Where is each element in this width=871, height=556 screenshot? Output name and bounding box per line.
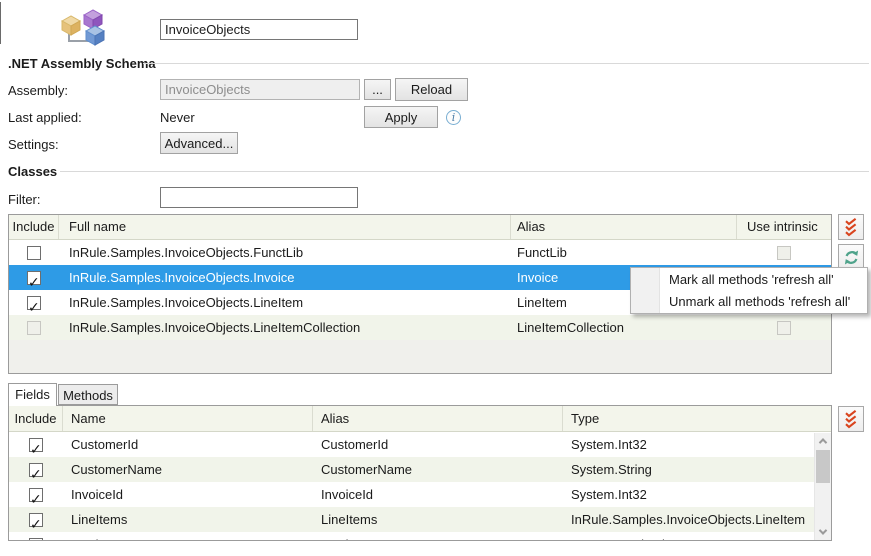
settings-label: Settings: <box>8 137 59 152</box>
field-name: CustomerId <box>63 432 313 457</box>
field-alias: CustomerId <box>313 432 563 457</box>
field-row-total[interactable]: Total Total System.Decimal <box>9 532 831 541</box>
class-full-name: InRule.Samples.InvoiceObjects.LineItemCo… <box>59 315 511 340</box>
scroll-down-button[interactable] <box>815 524 831 540</box>
scrollbar-thumb[interactable] <box>816 450 830 483</box>
column-header-alias[interactable]: Alias <box>313 406 563 431</box>
classes-table-header: Include Full name Alias Use intrinsic <box>9 215 831 240</box>
include-checkbox[interactable] <box>29 538 43 542</box>
chevron-down-icon <box>819 526 827 534</box>
assembly-path-input[interactable] <box>160 79 360 100</box>
include-checkbox[interactable] <box>29 463 43 477</box>
column-header-include[interactable]: Include <box>9 406 63 431</box>
apply-button[interactable]: Apply <box>364 106 438 128</box>
panel-edge-divider <box>0 2 1 44</box>
assembly-cubes-icon <box>60 9 108 47</box>
assembly-label: Assembly: <box>8 83 68 98</box>
classes-filter-input[interactable] <box>160 187 358 208</box>
check-all-icon <box>843 410 859 429</box>
column-header-use-intrinsic[interactable]: Use intrinsic <box>737 215 831 239</box>
include-checkbox[interactable] <box>29 513 43 527</box>
classes-section-rule <box>60 171 869 172</box>
column-header-alias[interactable]: Alias <box>511 215 737 239</box>
field-name: InvoiceId <box>63 482 313 507</box>
check-all-classes-button[interactable] <box>838 214 864 240</box>
field-alias: LineItems <box>313 507 563 532</box>
tab-fields[interactable]: Fields <box>8 383 57 406</box>
assembly-schema-panel: .NET Assembly Schema Assembly: ... Reloa… <box>0 0 871 556</box>
field-alias: Total <box>313 532 563 541</box>
field-row-customername[interactable]: CustomerName CustomerName System.String <box>9 457 831 482</box>
class-alias: LineItemCollection <box>511 315 737 340</box>
browse-button[interactable]: ... <box>364 79 391 100</box>
field-row-lineitems[interactable]: LineItems LineItems InRule.Samples.Invoi… <box>9 507 831 532</box>
context-menu-icon-gutter <box>631 268 660 313</box>
use-intrinsic-checkbox[interactable] <box>777 321 791 335</box>
field-type: System.Int32 <box>563 432 813 457</box>
class-alias: FunctLib <box>511 240 737 265</box>
class-row-lineitemcollection[interactable]: InRule.Samples.InvoiceObjects.LineItemCo… <box>9 315 831 340</box>
reload-button[interactable]: Reload <box>395 78 468 101</box>
field-name: LineItems <box>63 507 313 532</box>
field-type: InRule.Samples.InvoiceObjects.LineItem <box>563 507 813 532</box>
column-header-include[interactable]: Include <box>9 215 59 239</box>
check-all-icon <box>843 218 859 237</box>
column-header-type[interactable]: Type <box>563 406 813 431</box>
include-checkbox[interactable] <box>27 296 41 310</box>
assembly-section-title: .NET Assembly Schema <box>8 56 156 71</box>
field-row-customerid[interactable]: CustomerId CustomerId System.Int32 <box>9 432 831 457</box>
class-full-name: InRule.Samples.InvoiceObjects.FunctLib <box>59 240 511 265</box>
class-full-name: InRule.Samples.InvoiceObjects.LineItem <box>59 290 511 315</box>
scroll-up-button[interactable] <box>815 433 831 449</box>
field-name: Total <box>63 532 313 541</box>
info-icon: i <box>446 110 461 125</box>
column-header-name[interactable]: Name <box>63 406 313 431</box>
context-menu: Mark all methods 'refresh all' Unmark al… <box>630 267 868 314</box>
check-all-fields-button[interactable] <box>838 406 864 432</box>
schema-name-input[interactable] <box>160 19 358 40</box>
field-row-invoiceid[interactable]: InvoiceId InvoiceId System.Int32 <box>9 482 831 507</box>
context-menu-item-mark-all-refresh[interactable]: Mark all methods 'refresh all' <box>660 269 867 291</box>
use-intrinsic-checkbox[interactable] <box>777 246 791 260</box>
classes-section-title: Classes <box>8 164 57 179</box>
include-checkbox[interactable] <box>27 246 41 260</box>
include-checkbox[interactable] <box>27 271 41 285</box>
field-type: System.Int32 <box>563 482 813 507</box>
chevron-up-icon <box>819 438 827 446</box>
last-applied-label: Last applied: <box>8 110 82 125</box>
last-applied-value: Never <box>160 110 195 125</box>
advanced-button[interactable]: Advanced... <box>160 132 238 154</box>
field-type: System.String <box>563 457 813 482</box>
include-checkbox[interactable] <box>29 488 43 502</box>
assembly-section-rule <box>143 63 869 64</box>
include-checkbox[interactable] <box>29 438 43 452</box>
context-menu-item-unmark-all-refresh[interactable]: Unmark all methods 'refresh all' <box>660 291 867 313</box>
fields-table-header: Include Name Alias Type <box>9 406 831 432</box>
field-alias: InvoiceId <box>313 482 563 507</box>
field-name: CustomerName <box>63 457 313 482</box>
class-row-functlib[interactable]: InRule.Samples.InvoiceObjects.FunctLib F… <box>9 240 831 265</box>
refresh-icon <box>843 249 860 266</box>
classes-table-empty-area <box>9 340 831 373</box>
class-full-name: InRule.Samples.InvoiceObjects.Invoice <box>59 265 511 290</box>
tab-methods[interactable]: Methods <box>58 384 118 405</box>
field-alias: CustomerName <box>313 457 563 482</box>
field-type: System.Decimal <box>563 532 813 541</box>
column-header-full-name[interactable]: Full name <box>59 215 511 239</box>
classes-filter-label: Filter: <box>8 192 41 207</box>
include-checkbox[interactable] <box>27 321 41 335</box>
vertical-scrollbar[interactable] <box>814 433 831 540</box>
fields-table: Include Name Alias Type CustomerId Custo… <box>8 405 832 541</box>
